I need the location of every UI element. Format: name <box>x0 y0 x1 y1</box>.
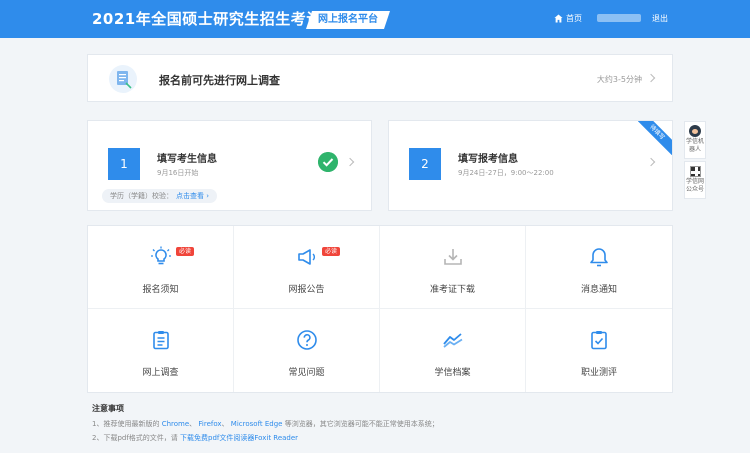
bell-icon <box>590 248 608 267</box>
survey-card[interactable]: 报名前可先进行网上调查 大约3-5分钟 <box>87 54 673 102</box>
chevron-right-icon <box>646 73 656 83</box>
bulb-icon <box>150 246 171 265</box>
note-text: 1、推荐使用最新版的 <box>92 420 162 428</box>
top-header: 2021年全国硕士研究生招生考试 网上报名平台 首页 退出 <box>0 0 750 38</box>
wechat-label: 学信网公众号 <box>685 178 704 193</box>
note-text: 等浏览器，其它浏览器可能不能正常使用本系统； <box>282 420 439 428</box>
must-read-badge: 必读 <box>322 247 341 256</box>
robot-assistant-button[interactable]: 学信机器人 <box>684 121 706 159</box>
robot-avatar-icon <box>689 125 701 137</box>
step-card-fill-application-info[interactable]: 2 填写报考信息 9月24日-27日，9:00～22:00 待填写 <box>388 120 673 211</box>
step-card-fill-candidate-info[interactable]: 1 填写考生信息 9月16日开始 学历（学籍）校验： 点击查看 › <box>87 120 372 211</box>
notes-title: 注意事项 <box>92 404 124 413</box>
nav-home-label: 首页 <box>566 14 582 23</box>
grid-label: 准考证下载 <box>429 285 475 295</box>
megaphone-icon <box>297 249 315 265</box>
education-verify-bar: 学历（学籍）校验： 点击查看 › <box>102 189 218 203</box>
grid-label: 报名须知 <box>142 285 179 295</box>
must-read-badge: 必读 <box>176 247 195 256</box>
note-separator: 、 <box>189 420 199 428</box>
robot-label: 学信机器人 <box>685 138 704 153</box>
grid-label: 消息通知 <box>580 285 617 295</box>
note-separator: 、 <box>221 420 231 428</box>
grid-label: 网上调查 <box>142 368 179 378</box>
function-grid: 必读 报名须知 必读 网报公告 准考证下载 消息通知 网上调查 常见问题 学信档… <box>87 225 673 393</box>
grid-item-notifications[interactable]: 消息通知 <box>526 226 672 309</box>
grid-item-registration-notice[interactable]: 必读 报名须知 <box>88 226 234 309</box>
clipboard-icon <box>152 331 169 350</box>
note-browser-recommendation: 1、推荐使用最新版的 Chrome、 Firefox、 Microsoft Ed… <box>92 419 439 429</box>
grid-item-announcements[interactable]: 必读 网报公告 <box>234 226 380 309</box>
grid-item-chsi-archive[interactable]: 学信档案 <box>380 309 526 392</box>
edge-link[interactable]: Microsoft Edge <box>231 420 283 428</box>
survey-document-icon <box>109 65 137 93</box>
qr-code-icon <box>689 166 701 177</box>
verify-link[interactable]: 点击查看 › <box>176 192 209 200</box>
download-icon <box>443 249 462 265</box>
step-title: 填写报考信息 <box>458 154 518 165</box>
platform-badge: 网上报名平台 <box>306 11 390 29</box>
firefox-link[interactable]: Firefox <box>198 420 221 428</box>
chevron-right-icon <box>646 157 656 167</box>
checklist-icon <box>591 331 607 350</box>
grid-label: 常见问题 <box>288 368 325 378</box>
note-pdf-reader: 2、下载pdf格式的文件，请 下载免费pdf文件阅读器Foxit Reader <box>92 433 298 443</box>
survey-title: 报名前可先进行网上调查 <box>159 74 280 87</box>
step-date: 9月24日-27日，9:00～22:00 <box>458 169 554 177</box>
status-ribbon: 待填写 <box>638 121 672 155</box>
step-number: 2 <box>409 148 441 180</box>
foxit-reader-link[interactable]: 下载免费pdf文件阅读器Foxit Reader <box>180 434 298 442</box>
logout-link[interactable]: 退出 <box>652 13 668 24</box>
check-circle-icon <box>318 152 338 172</box>
user-name-redacted <box>597 14 641 22</box>
wechat-qr-button[interactable]: 学信网公众号 <box>684 161 706 199</box>
chrome-link[interactable]: Chrome <box>162 420 189 428</box>
grid-label: 网报公告 <box>288 285 325 295</box>
ribbon-label: 待填写 <box>638 121 672 155</box>
verify-label: 学历（学籍）校验： <box>110 192 173 200</box>
grid-item-faq[interactable]: 常见问题 <box>234 309 380 392</box>
note-text: 2、下载pdf格式的文件，请 <box>92 434 181 442</box>
survey-duration: 大约3-5分钟 <box>596 75 642 84</box>
question-icon <box>296 330 317 350</box>
archive-icon <box>442 333 462 348</box>
grid-item-admission-ticket[interactable]: 准考证下载 <box>380 226 526 309</box>
grid-item-career-assessment[interactable]: 职业测评 <box>526 309 672 392</box>
step-date: 9月16日开始 <box>157 169 199 177</box>
step-title: 填写考生信息 <box>157 154 217 165</box>
grid-item-online-survey[interactable]: 网上调查 <box>88 309 234 392</box>
grid-label: 学信档案 <box>434 368 471 378</box>
step-number: 1 <box>108 148 140 180</box>
grid-label: 职业测评 <box>580 368 617 378</box>
site-title: 2021年全国硕士研究生招生考试 <box>92 10 322 28</box>
home-icon <box>554 14 563 23</box>
chevron-right-icon <box>345 157 355 167</box>
nav-home-link[interactable]: 首页 <box>554 13 582 24</box>
